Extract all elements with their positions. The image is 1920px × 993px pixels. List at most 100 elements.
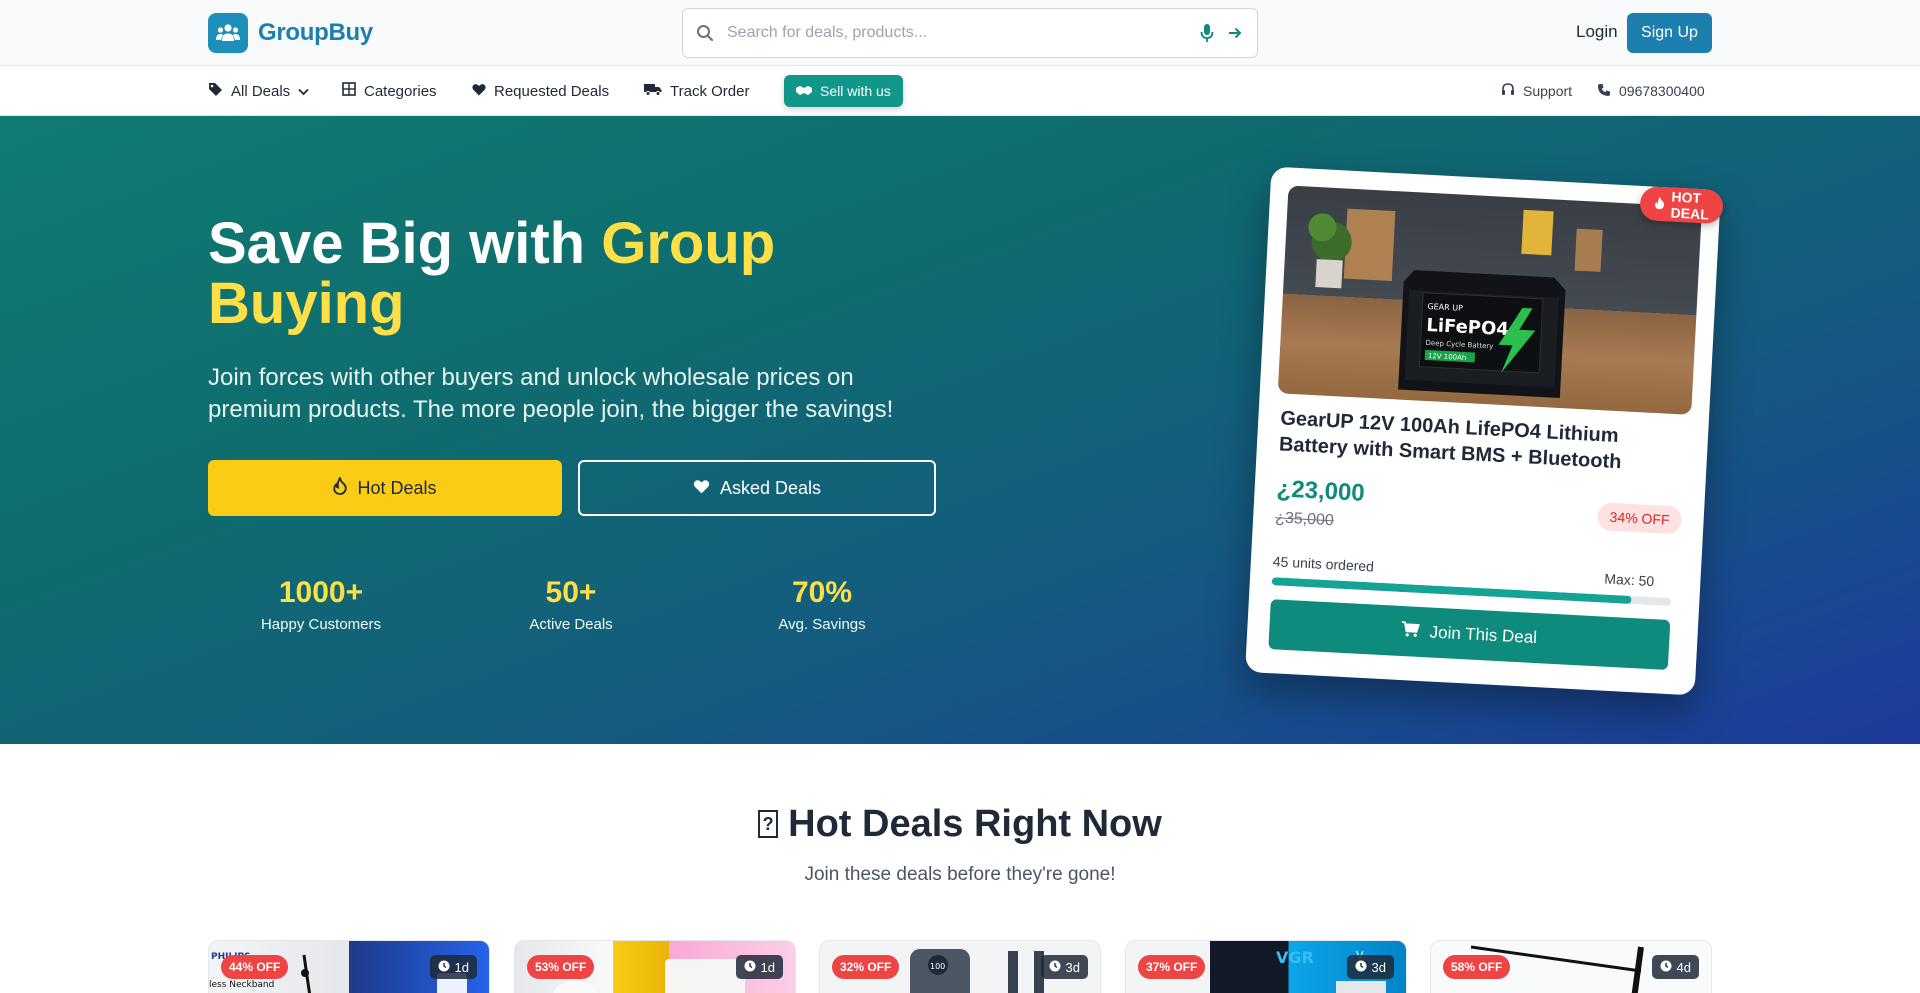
deal-card[interactable]: 100 32% OFF 3d [819,940,1101,993]
search-bar [682,8,1258,58]
nav-support[interactable]: Support [1501,66,1572,116]
deal-discount-badge: 32% OFF [832,955,900,979]
hot-deal-badge-label: HOT DEAL [1670,188,1710,223]
deal-discount-badge: 37% OFF [1138,955,1206,979]
nav-phone[interactable]: 09678300400 [1597,66,1705,116]
deal-card[interactable]: VGR V- 37% OFF 3d [1125,940,1407,993]
nav-track-order-label: Track Order [670,82,750,100]
nav-requested-deals-label: Requested Deals [494,82,610,100]
logo-link[interactable]: GroupBuy [208,13,373,53]
hero-title-prefix: Save Big with [208,211,602,276]
deal-time-label: 3d [1065,959,1080,975]
deal-card[interactable]: 53% OFF 1d [514,940,796,993]
clock-icon [744,960,756,975]
max-units: Max: 50 [1604,570,1655,590]
join-deal-label: Join This Deal [1429,622,1538,648]
sell-with-us-label: Sell with us [820,83,891,99]
clock-icon [438,960,450,975]
product-image: GEAR UP LiFePO4 Deep Cycle Battery 12V 1… [1277,185,1703,415]
order-progress-fill [1271,577,1632,604]
nav-phone-label: 09678300400 [1619,83,1705,99]
deal-time-label: 1d [760,959,775,975]
nav-requested-deals[interactable]: Requested Deals [472,66,609,116]
deal-card[interactable]: PHILIPS less Neckband 44% OFF 1d [208,940,490,993]
deal-card[interactable]: 58% OFF 4d [1430,940,1712,993]
stat-label: Avg. Savings [778,616,866,633]
deal-discount-badge: 58% OFF [1443,955,1511,979]
hero-section: Save Big with Group Buying Join forces w… [0,116,1920,744]
phone-icon [1597,83,1611,100]
hot-deals-button[interactable]: Hot Deals [208,460,562,516]
clock-icon [1049,960,1061,975]
deal-timer: 1d [735,955,783,979]
hot-deals-label: Hot Deals [357,477,437,498]
tags-icon [208,82,223,101]
deal-time-label: 3d [1371,959,1386,975]
logo-text: GroupBuy [258,19,373,46]
deal-timer: 3d [1040,955,1088,979]
truck-icon [644,83,662,100]
product-old-price: ¿35,000 [1274,509,1335,530]
login-link[interactable]: Login [1576,22,1618,42]
sell-with-us-button[interactable]: Sell with us [784,75,903,107]
battery-brand-text: GEAR UP [1427,302,1463,313]
main-nav: All Deals Categories Requested Deals Tra… [0,66,1920,116]
product-title: GearUP 12V 100Ah LifePO4 Lithium Battery… [1278,407,1622,474]
clock-icon [1355,960,1367,975]
section-title-text: Hot Deals Right Now [788,803,1162,845]
stat-value: 1000+ [278,576,364,609]
clock-icon [1660,960,1672,975]
battery-model-text: LiFePO4 [1426,315,1509,340]
section-title: ? Hot Deals Right Now [0,803,1920,846]
signup-button[interactable]: Sign Up [1627,13,1712,53]
deal-timer: 3d [1346,955,1394,979]
stat-value: 70% [791,576,853,609]
nav-all-deals[interactable]: All Deals [208,66,309,116]
nav-categories[interactable]: Categories [342,66,437,116]
hero-subtitle: Join forces with other buyers and unlock… [208,364,894,423]
deal-time-label: 4d [1676,959,1691,975]
stat-value: 50+ [545,576,597,609]
search-input[interactable] [727,24,1193,42]
units-ordered: 45 units ordered [1272,553,1375,575]
stat-label: Active Deals [529,616,613,633]
cart-icon [1401,620,1421,643]
featured-card-body: GEAR UP LiFePO4 Deep Cycle Battery 12V 1… [1245,166,1725,696]
nav-support-label: Support [1523,83,1573,99]
join-deal-button[interactable]: Join This Deal [1268,599,1671,670]
product-price: ¿23,000 [1275,475,1366,507]
deal-discount-badge: 53% OFF [527,955,595,979]
microphone-icon[interactable] [1193,23,1221,43]
heart-icon [693,478,710,499]
top-header: GroupBuy Login Sign Up [0,0,1920,66]
section-subtitle: Join these deals before they're gone! [804,864,1116,885]
hot-deal-badge: HOT DEAL [1639,185,1725,225]
asked-deals-label: Asked Deals [719,477,822,498]
arrow-right-icon[interactable] [1221,26,1249,40]
featured-deal-card[interactable]: GEAR UP LiFePO4 Deep Cycle Battery 12V 1… [1245,166,1725,696]
deal-timer: 4d [1651,955,1699,979]
deal-discount-badge: 44% OFF [221,955,289,979]
heart-icon [472,83,486,100]
search-icon [683,24,727,42]
stat-active-deals: 50+ Active Deals [461,576,681,633]
stat-label: Happy Customers [260,616,382,633]
deal-time-label: 1d [454,959,469,975]
nav-track-order[interactable]: Track Order [644,66,749,116]
grid-icon [342,82,356,100]
stat-avg-savings: 70% Avg. Savings [712,576,932,633]
section-title-glyph: ? [758,810,779,838]
chevron-down-icon [298,83,309,100]
nav-all-deals-label: All Deals [231,82,291,100]
headset-icon [1501,82,1515,100]
deal-timer: 1d [429,955,477,979]
deal-image-text: 100 [930,962,945,971]
discount-badge: 34% OFF [1596,502,1683,535]
asked-deals-button[interactable]: Asked Deals [578,460,936,516]
handshake-icon [796,83,812,99]
stat-happy-customers: 1000+ Happy Customers [211,576,431,633]
deal-image-text: VGR [1276,948,1314,967]
hero-title: Save Big with Group Buying [208,214,908,334]
fire-icon [1654,195,1666,213]
users-group-icon [208,13,248,53]
